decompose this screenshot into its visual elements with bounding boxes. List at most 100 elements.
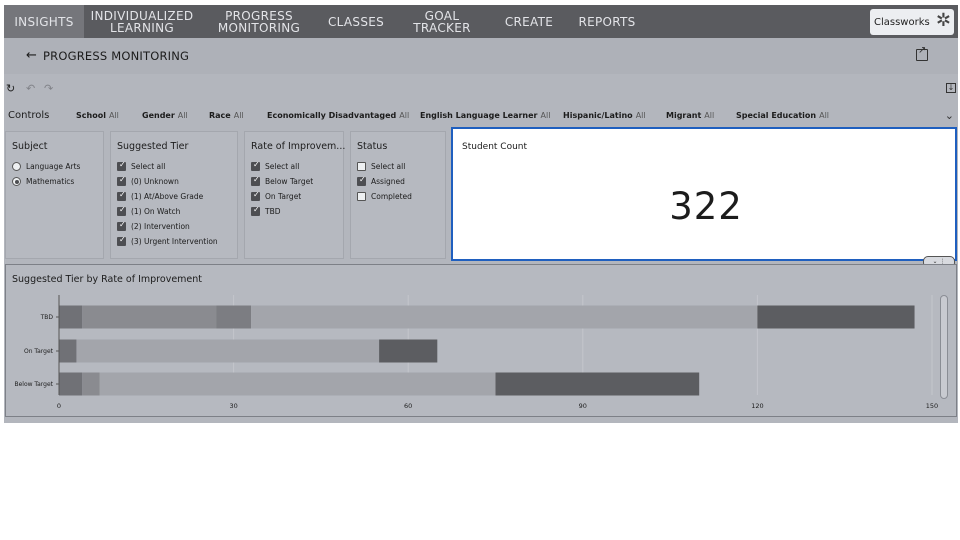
- page-header: ← PROGRESS MONITORING: [4, 38, 958, 74]
- option-label: Select all: [371, 162, 406, 171]
- category-label: On Target: [24, 348, 54, 355]
- control-value: All: [704, 111, 715, 120]
- option-label: (1) On Watch: [131, 207, 181, 216]
- tier-option-on-watch[interactable]: (1) On Watch: [117, 205, 181, 216]
- checkbox[interactable]: [251, 160, 260, 171]
- bar-segment: [82, 372, 100, 396]
- nav-classes[interactable]: CLASSES: [325, 5, 387, 38]
- checkbox[interactable]: [117, 220, 126, 231]
- tier-option-select-all[interactable]: Select all: [117, 160, 166, 171]
- control-name: Gender: [142, 111, 175, 120]
- control-english-language-learner[interactable]: English Language Learner All: [420, 111, 550, 120]
- page-title: PROGRESS MONITORING: [43, 49, 190, 63]
- option-label: (0) Unknown: [131, 177, 179, 186]
- checkbox[interactable]: [117, 205, 126, 216]
- x-tick-label: 120: [751, 402, 763, 410]
- x-tick-label: 30: [229, 402, 237, 410]
- bar-segment: [59, 339, 77, 363]
- nav-individualized-learning[interactable]: INDIVIDUALIZED LEARNING: [90, 5, 194, 38]
- nav-create[interactable]: CREATE: [501, 5, 557, 38]
- chart-panel: TBD On Target Below Target 0 30 60 90 120 150 Su…: [5, 264, 957, 417]
- nav-goal-tracker[interactable]: GOAL TRACKER: [396, 5, 488, 38]
- control-economically-disadvantaged[interactable]: Economically Disadvantaged All: [267, 111, 409, 120]
- control-special-education[interactable]: Special Education All: [736, 111, 829, 120]
- checkbox[interactable]: [357, 192, 366, 201]
- roi-option-select-all[interactable]: Select all: [251, 160, 299, 171]
- control-name: Migrant: [666, 111, 702, 120]
- control-value: All: [635, 111, 646, 120]
- reset-icon[interactable]: ↻: [6, 82, 15, 95]
- option-label: On Target: [265, 192, 302, 201]
- chart-title: Suggested Tier by Rate of Improvement: [12, 274, 203, 285]
- x-tick-label: 60: [404, 402, 412, 410]
- category-label: Below Target: [14, 381, 53, 388]
- bar-segment: [99, 372, 496, 396]
- control-migrant[interactable]: Migrant All: [666, 111, 714, 120]
- status-option-select-all[interactable]: Select all: [357, 162, 405, 171]
- checkbox[interactable]: [117, 190, 126, 201]
- option-label: (1) At/Above Grade: [131, 192, 204, 201]
- control-gender[interactable]: Gender All: [142, 111, 188, 120]
- redo-icon[interactable]: ↷: [44, 82, 53, 95]
- roi-filter: Rate of Improvem... Select all Below Tar…: [244, 131, 346, 259]
- control-value: All: [177, 111, 188, 120]
- control-name: Economically Disadvantaged: [267, 111, 397, 120]
- bar-segment: [59, 305, 83, 329]
- roi-option-on-target[interactable]: On Target: [251, 190, 302, 201]
- nav-insights[interactable]: INSIGHTS: [4, 5, 84, 38]
- status-filter: Status Select all Assigned Completed: [350, 131, 446, 259]
- nav-reports[interactable]: REPORTS: [574, 5, 640, 38]
- undo-icon[interactable]: ↶: [26, 82, 35, 95]
- checkbox[interactable]: [251, 190, 260, 201]
- subject-option-mathematics[interactable]: Mathematics: [12, 177, 74, 186]
- category-label: TBD: [40, 314, 54, 321]
- student-count-card[interactable]: Student Count 322: [451, 127, 957, 261]
- checkbox[interactable]: [117, 160, 126, 171]
- nav-progress-monitoring[interactable]: PROGRESS MONITORING: [216, 5, 302, 38]
- roi-option-below-target[interactable]: Below Target: [251, 175, 313, 186]
- checkbox[interactable]: [117, 175, 126, 186]
- tier-filter: Suggested Tier Select all (0) Unknown (1…: [110, 131, 238, 259]
- checkbox[interactable]: [357, 162, 366, 171]
- kpi-title: Student Count: [462, 142, 528, 152]
- control-value: All: [233, 111, 244, 120]
- radio-button[interactable]: [12, 177, 21, 186]
- tier-option-at-above-grade[interactable]: (1) At/Above Grade: [117, 190, 204, 201]
- x-tick-label: 0: [57, 402, 61, 410]
- roi-title: Rate of Improvem...: [251, 141, 346, 152]
- brand-gear-icon: ✲: [935, 10, 951, 31]
- tier-option-urgent-intervention[interactable]: (3) Urgent Intervention: [117, 235, 218, 246]
- back-arrow-icon[interactable]: ←: [26, 48, 37, 63]
- status-option-assigned[interactable]: Assigned: [357, 175, 405, 186]
- controls-bar: Controls School All Gender All Race All Eco…: [4, 109, 958, 125]
- top-navigation: INSIGHTS INDIVIDUALIZED LEARNING PROGRES…: [4, 5, 958, 38]
- option-label: Assigned: [371, 177, 405, 186]
- open-external-icon[interactable]: [916, 45, 928, 61]
- bar-segment: [495, 372, 700, 396]
- bar-segment: [251, 305, 758, 329]
- checkbox[interactable]: [117, 235, 126, 246]
- chart-scrollbar[interactable]: [940, 295, 948, 399]
- tier-option-unknown[interactable]: (0) Unknown: [117, 175, 179, 186]
- roi-option-tbd[interactable]: TBD: [251, 205, 281, 216]
- checkbox[interactable]: [251, 205, 260, 216]
- bar-segment: [59, 372, 83, 396]
- brand-button[interactable]: Classworks ✲: [870, 9, 954, 35]
- control-race[interactable]: Race All: [209, 111, 244, 120]
- radio-button[interactable]: [12, 162, 21, 171]
- option-label: TBD: [265, 207, 281, 216]
- control-hispanic-latino[interactable]: Hispanic/Latino All: [563, 111, 646, 120]
- download-icon[interactable]: ↓: [946, 83, 956, 93]
- checkbox[interactable]: [251, 175, 260, 186]
- control-value: All: [819, 111, 830, 120]
- option-label: Select all: [131, 162, 166, 171]
- tier-title: Suggested Tier: [117, 141, 189, 152]
- checkbox[interactable]: [357, 175, 366, 186]
- status-title: Status: [357, 141, 388, 152]
- tier-option-intervention[interactable]: (2) Intervention: [117, 220, 190, 231]
- control-school[interactable]: School All: [76, 111, 119, 120]
- chevron-down-icon[interactable]: ⌄: [945, 109, 954, 122]
- subject-option-language-arts[interactable]: Language Arts: [12, 162, 80, 171]
- control-name: English Language Learner: [420, 111, 538, 120]
- status-option-completed[interactable]: Completed: [357, 192, 412, 201]
